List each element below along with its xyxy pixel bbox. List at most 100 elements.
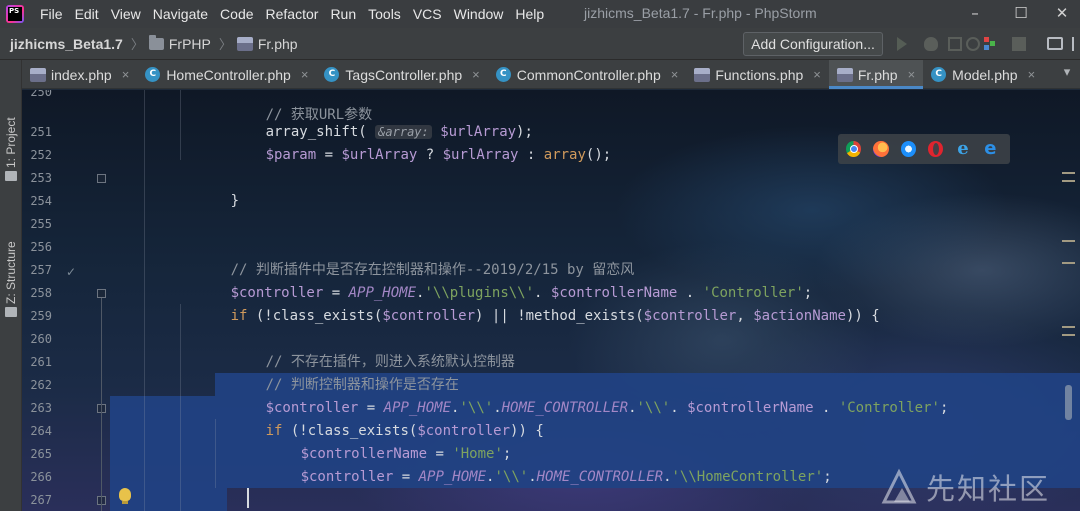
menu-bar: PS File Edit View Navigate Code Refactor… (0, 0, 1080, 28)
code-line-257: $controller = APP_HOME.'\\plugins\\'. $c… (180, 259, 813, 301)
phpstorm-app-icon[interactable]: PS (6, 5, 24, 23)
php-file-icon (236, 36, 253, 51)
breadcrumb-file[interactable]: Fr.php (236, 35, 298, 52)
code-line-265: $controller = APP_HOME.'\\'.HOME_CONTROL… (250, 443, 832, 485)
tab-homecontroller-php[interactable]: C HomeController.php × (137, 60, 316, 89)
show-all-tabs-icon[interactable]: ▾ (1060, 66, 1074, 80)
stripe-marker[interactable] (1062, 172, 1075, 174)
indent-guide (144, 90, 145, 511)
project-tool-window-button[interactable]: 1: Project (2, 68, 20, 184)
code-line-251: $param = $urlArray ? $urlArray : array()… (215, 121, 612, 163)
tab-tagscontroller-php[interactable]: C TagsController.php × (316, 60, 487, 89)
code-punct: : (518, 147, 544, 163)
attach-debugger-icon[interactable] (984, 37, 996, 51)
menu-window[interactable]: Window (448, 0, 510, 28)
internet-explorer-icon[interactable]: e (955, 140, 970, 158)
breadcrumb-folder[interactable]: FrPHP (148, 34, 211, 52)
safari-icon[interactable] (900, 141, 916, 157)
line-number: 262 (30, 378, 52, 392)
tab-functions-php[interactable]: Functions.php × (686, 60, 829, 89)
close-icon[interactable]: × (122, 67, 130, 82)
intention-bulb-icon[interactable] (119, 488, 131, 504)
stripe-marker[interactable] (1062, 262, 1075, 264)
tab-fr-php[interactable]: Fr.php × (828, 60, 924, 89)
structure-tool-window-button[interactable]: Z: Structure (2, 220, 20, 320)
maximize-button[interactable]: ☐ (998, 0, 1044, 28)
code-punct: )) { (845, 308, 880, 324)
menu-navigate[interactable]: Navigate (147, 0, 214, 28)
close-icon[interactable]: × (908, 67, 916, 82)
tab-index-php[interactable]: index.php × (22, 60, 137, 89)
fold-icon[interactable] (97, 289, 106, 298)
run-icon[interactable] (897, 37, 907, 51)
php-file-icon (30, 67, 46, 82)
code-punct: , (736, 308, 754, 324)
code-punct: . (628, 400, 637, 416)
breadcrumb-separator: 〉 (218, 38, 232, 53)
tab-label: CommonController.php (516, 66, 661, 83)
tab-label: TagsController.php (345, 66, 463, 83)
php-file-icon (694, 67, 711, 82)
code-punct: = (393, 469, 419, 485)
close-window-button[interactable]: ✕ (1044, 0, 1080, 28)
menu-edit[interactable]: Edit (69, 0, 105, 28)
more-actions-icon[interactable] (1072, 37, 1080, 51)
add-configuration-button[interactable]: Add Configuration... (743, 32, 883, 56)
menu-view[interactable]: View (105, 0, 147, 28)
minimize-button[interactable]: – (952, 0, 998, 28)
coverage-icon[interactable] (948, 37, 962, 51)
chrome-icon[interactable] (846, 141, 862, 157)
code-const: HOME_CONTROLLER (536, 469, 664, 485)
close-icon[interactable]: × (813, 67, 821, 82)
tab-commoncontroller-php[interactable]: C CommonController.php × (488, 60, 687, 89)
app-icon-text: PS (8, 7, 22, 21)
breadcrumb-project[interactable]: jizhicms_Beta1.7 (10, 36, 123, 52)
menu-run[interactable]: Run (324, 0, 362, 28)
close-icon[interactable]: × (671, 67, 679, 82)
code-brace: } (230, 193, 240, 209)
stop-icon[interactable] (1012, 37, 1026, 51)
code-line-253: } (180, 167, 239, 209)
firefox-icon[interactable] (873, 141, 889, 157)
menu-code[interactable]: Code (214, 0, 259, 28)
menu-refactor[interactable]: Refactor (260, 0, 325, 28)
error-stripe[interactable]: ✓ (1060, 90, 1080, 511)
code-punct: ? (417, 147, 443, 163)
close-icon[interactable]: × (301, 67, 309, 82)
edge-icon[interactable]: e (983, 140, 998, 158)
class-icon: C (495, 67, 511, 82)
profile-icon[interactable] (966, 37, 980, 51)
tab-model-php[interactable]: C Model.php × (923, 60, 1043, 89)
stripe-marker[interactable] (1062, 334, 1075, 336)
breadcrumb-file-label: Fr.php (257, 35, 298, 52)
line-number: 253 (30, 171, 52, 185)
stripe-marker[interactable] (1062, 326, 1075, 328)
fold-line (101, 298, 102, 511)
code-var: $controller (643, 308, 737, 324)
class-icon: C (931, 67, 947, 82)
menu-vcs[interactable]: VCS (407, 0, 448, 28)
check-icon: ✓ (66, 265, 77, 279)
opera-icon[interactable] (927, 141, 944, 157)
tab-label: Functions.php (715, 66, 804, 83)
stripe-marker[interactable] (1062, 180, 1075, 182)
code-punct: ; (823, 469, 832, 485)
menu-help[interactable]: Help (509, 0, 550, 28)
code-editor[interactable]: 250 251 252 253 254 255 256 257 258 259 … (22, 90, 1080, 511)
debug-icon[interactable] (924, 37, 938, 51)
code-fn: class_exists (272, 308, 374, 324)
menu-file[interactable]: File (34, 0, 69, 28)
terminal-icon[interactable] (1047, 37, 1063, 50)
code-punct: ) || ! (475, 308, 526, 324)
fold-icon[interactable] (97, 174, 106, 183)
left-tool-strip: 1: Project Z: Structure (0, 60, 22, 511)
menu-tools[interactable]: Tools (362, 0, 407, 28)
close-icon[interactable]: × (1028, 67, 1036, 82)
structure-icon (5, 307, 17, 317)
stripe-marker[interactable] (1062, 240, 1075, 242)
code-var: $actionName (753, 308, 846, 324)
close-icon[interactable]: × (472, 67, 480, 82)
line-number: 252 (30, 148, 52, 162)
vertical-scrollbar-thumb[interactable] (1065, 385, 1072, 420)
line-number: 255 (30, 217, 52, 231)
